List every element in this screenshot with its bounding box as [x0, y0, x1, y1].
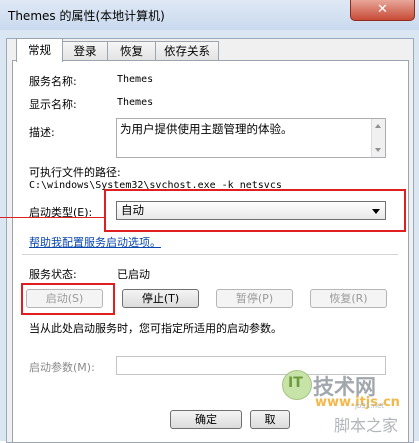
- watermark-corner-url: jb51.net: [355, 402, 385, 410]
- window-title: Themes 的属性(本地计算机): [8, 9, 165, 23]
- path-label: 可执行文件的路径:: [29, 166, 121, 179]
- service-status-label: 服务状态:: [29, 268, 77, 281]
- tab-dependencies[interactable]: 依存关系: [155, 41, 219, 61]
- description-box[interactable]: 为用户提供使用主题管理的体验。: [116, 118, 386, 158]
- ok-button[interactable]: 确定: [170, 410, 242, 429]
- watermark-corner: 脚本之家: [334, 416, 399, 435]
- service-name-value: Themes: [117, 74, 154, 85]
- annotation-box-startup: [104, 189, 406, 232]
- description-text: 为用户提供使用主题管理的体验。: [120, 122, 293, 136]
- tab-general[interactable]: 常规: [16, 38, 63, 62]
- help-link[interactable]: 帮助我配置服务启动选项。: [29, 234, 161, 250]
- stop-button[interactable]: 停止(T): [122, 289, 199, 308]
- cancel-button[interactable]: 取: [250, 410, 290, 429]
- resume-button[interactable]: 恢复(R): [310, 289, 387, 308]
- start-params-label: 启动参数(M):: [29, 361, 95, 374]
- annotation-box-start: [21, 283, 115, 315]
- start-params-hint: 当从此处启动服务时，您可指定所适用的启动参数。: [29, 322, 282, 335]
- close-button[interactable]: ✕: [350, 0, 415, 21]
- description-scrollbar[interactable]: [371, 119, 385, 157]
- service-name-label: 服务名称:: [29, 75, 77, 88]
- display-name-label: 显示名称:: [29, 98, 77, 111]
- scroll-down-icon[interactable]: [375, 148, 381, 152]
- tab-recovery[interactable]: 恢复: [107, 41, 156, 61]
- annotation-line: [0, 217, 104, 218]
- separator: [22, 254, 398, 255]
- pause-button[interactable]: 暂停(P): [216, 289, 293, 308]
- display-name-value: Themes: [117, 97, 154, 108]
- description-label: 描述:: [29, 126, 55, 139]
- tab-logon[interactable]: 登录: [62, 41, 108, 61]
- close-icon: ✕: [377, 2, 388, 17]
- watermark-logo-text: IT: [288, 375, 303, 391]
- scroll-up-icon[interactable]: [375, 124, 381, 128]
- service-status-value: 已启动: [117, 268, 150, 281]
